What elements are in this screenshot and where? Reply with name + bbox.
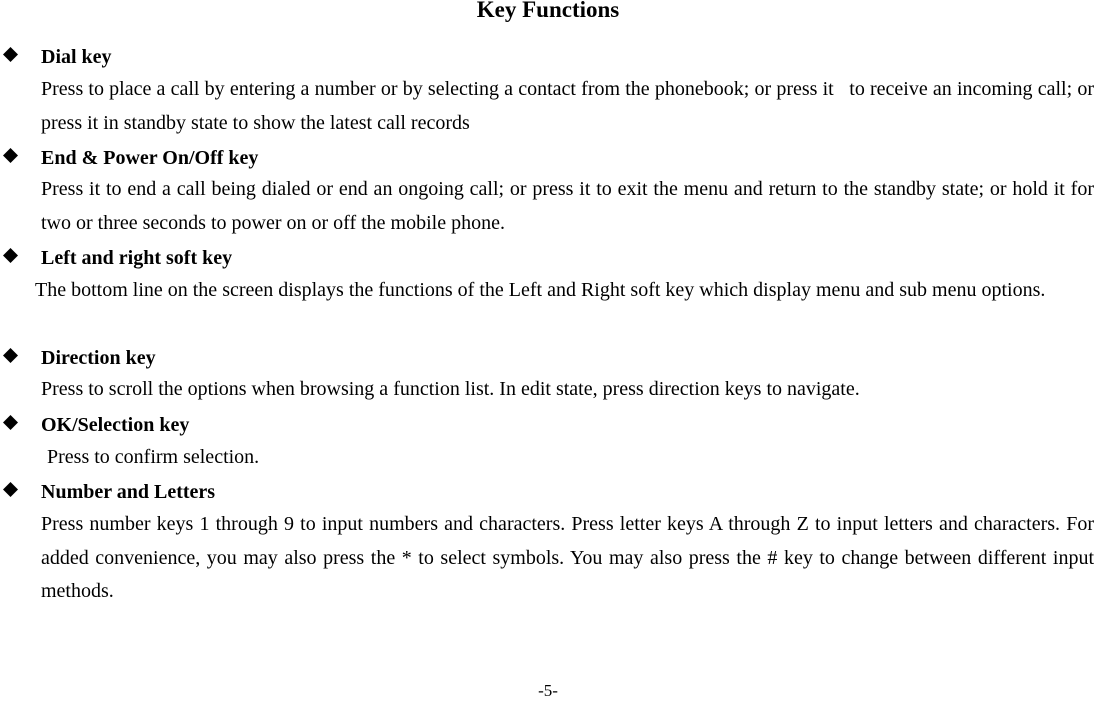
section-body: The bottom line on the screen displays t… xyxy=(35,279,1046,301)
diamond-bullet-icon xyxy=(3,47,18,62)
section-heading: Left and right soft key xyxy=(41,247,233,269)
section-body: Press to confirm selection. xyxy=(47,446,260,468)
section-body: Press number keys 1 through 9 to input n… xyxy=(41,513,1094,602)
section-body: Press to place a call by entering a numb… xyxy=(41,78,1094,134)
diamond-bullet-icon xyxy=(3,248,18,263)
section-heading: End & Power On/Off key xyxy=(41,147,259,169)
page-number: -5- xyxy=(538,681,558,700)
section-body: Press it to end a call being dialed or e… xyxy=(41,178,1094,234)
diamond-bullet-icon xyxy=(3,348,18,363)
section-heading: Dial key xyxy=(41,46,112,68)
section-heading: Number and Letters xyxy=(41,481,216,503)
diamond-bullet-icon xyxy=(3,148,18,163)
diamond-bullet-icon xyxy=(3,482,18,497)
section-body: Press to scroll the options when browsin… xyxy=(41,378,860,400)
page-title: Key Functions xyxy=(476,0,620,22)
section-heading: Direction key xyxy=(41,347,156,369)
section-heading: OK/Selection key xyxy=(41,414,190,436)
diamond-bullet-icon xyxy=(3,415,18,430)
